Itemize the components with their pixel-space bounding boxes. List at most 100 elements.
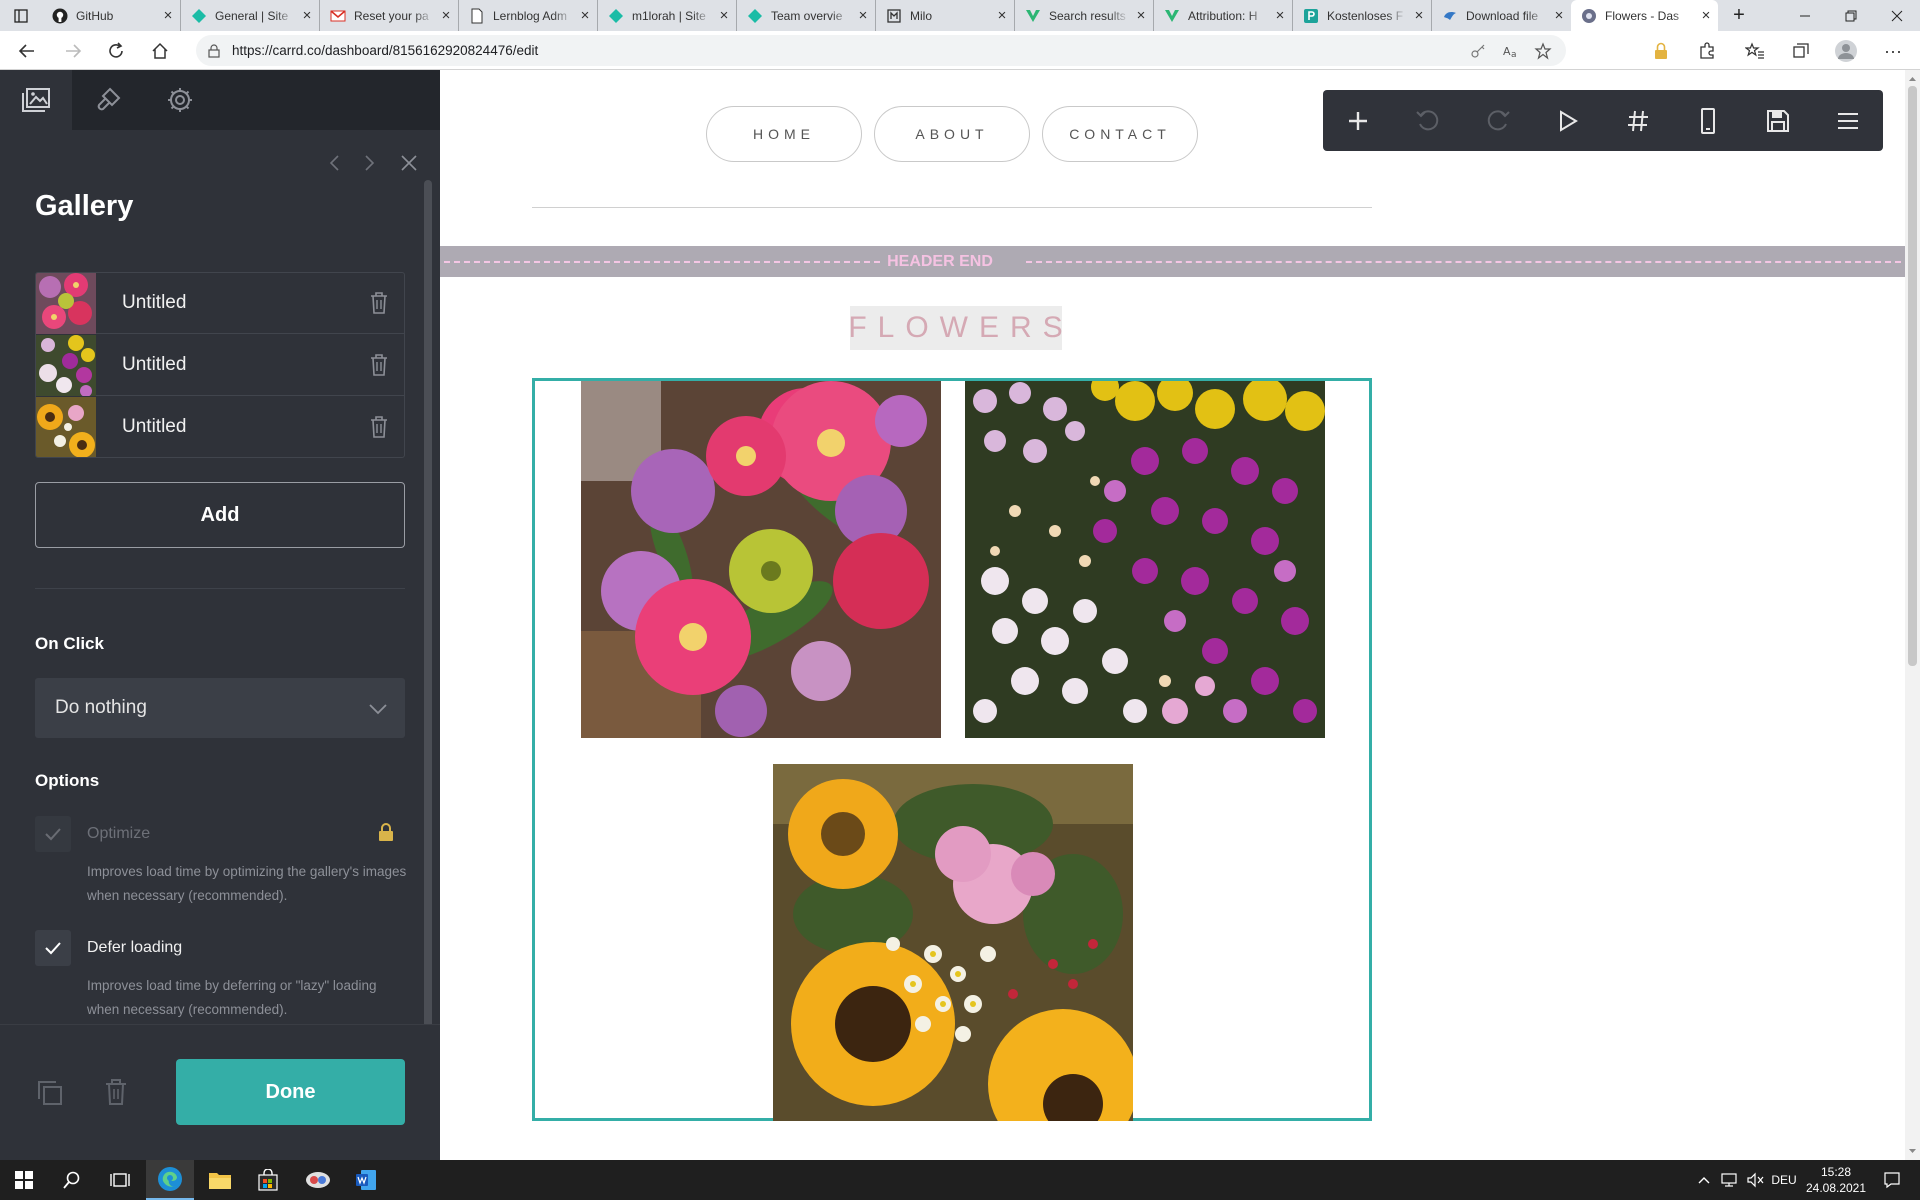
word-button[interactable] <box>342 1160 390 1200</box>
duplicate-icon[interactable] <box>36 1079 64 1107</box>
close-tab-icon[interactable]: × <box>1268 7 1292 24</box>
gallery-photo[interactable] <box>773 764 1133 1121</box>
show-hidden-icons[interactable] <box>1694 1160 1714 1200</box>
browser-tab[interactable]: General | Site × <box>181 0 320 31</box>
panel-footer: Done <box>0 1024 440 1160</box>
close-tab-icon[interactable]: × <box>712 7 736 24</box>
nav-home-button[interactable]: HOME <box>706 106 862 162</box>
undo-icon[interactable] <box>1393 90 1463 151</box>
key-icon[interactable] <box>1470 43 1486 59</box>
browser-tab[interactable]: GitHub × <box>42 0 181 31</box>
network-icon[interactable] <box>1718 1160 1740 1200</box>
close-tab-icon[interactable]: × <box>295 7 319 24</box>
next-element-icon[interactable] <box>357 150 383 176</box>
close-tab-icon[interactable]: × <box>990 7 1014 24</box>
browser-tab[interactable]: m1lorah | Site × <box>598 0 737 31</box>
page-title[interactable]: FLOWERS <box>848 306 1063 350</box>
redo-icon[interactable] <box>1463 90 1533 151</box>
trash-icon[interactable] <box>368 353 390 377</box>
read-aloud-icon[interactable]: Aa <box>1502 43 1520 59</box>
snipping-tool-button[interactable] <box>294 1160 342 1200</box>
favorites-icon[interactable] <box>1742 38 1768 64</box>
close-tab-icon[interactable]: × <box>1407 7 1431 24</box>
gallery-item[interactable]: Untitled <box>36 335 404 396</box>
gallery-photo[interactable] <box>965 381 1325 738</box>
notifications-icon[interactable] <box>1872 1160 1912 1200</box>
close-tab-icon[interactable]: × <box>1547 7 1571 24</box>
settings-tab[interactable] <box>144 70 216 130</box>
browser-tab[interactable]: Search results × <box>1015 0 1154 31</box>
delete-element-icon[interactable] <box>104 1078 128 1106</box>
clock[interactable]: 15:28 24.08.2021 <box>1804 1160 1868 1200</box>
gallery-item[interactable]: Untitled <box>36 397 404 457</box>
extensions-icon[interactable] <box>1694 38 1720 64</box>
add-icon[interactable] <box>1323 90 1393 151</box>
nav-contact-button[interactable]: CONTACT <box>1042 106 1198 162</box>
preview-icon[interactable] <box>1533 90 1603 151</box>
browser-tab[interactable]: Download file × <box>1432 0 1571 31</box>
close-tab-icon[interactable]: × <box>851 7 875 24</box>
browser-tab[interactable]: Kostenloses F × <box>1293 0 1432 31</box>
gallery-photo[interactable] <box>581 381 941 738</box>
scroll-up-icon[interactable] <box>1905 72 1920 86</box>
trash-icon[interactable] <box>368 291 390 315</box>
gallery-item[interactable]: Untitled <box>36 273 404 334</box>
done-button[interactable]: Done <box>176 1059 405 1125</box>
gallery-element[interactable] <box>532 378 1372 1121</box>
file-explorer-button[interactable] <box>196 1160 244 1200</box>
optimize-checkbox[interactable] <box>35 816 71 852</box>
browser-tab[interactable]: Team overvie × <box>737 0 876 31</box>
browser-tab[interactable]: Lernblog Adm × <box>459 0 598 31</box>
home-button[interactable] <box>147 38 173 64</box>
previous-element-icon[interactable] <box>321 150 347 176</box>
close-tab-icon[interactable]: × <box>1694 7 1718 24</box>
style-tab[interactable] <box>72 70 144 130</box>
address-bar[interactable]: https://carrd.co/dashboard/8156162920824… <box>196 35 1566 66</box>
add-image-button[interactable]: Add <box>35 482 405 548</box>
browser-tab-active[interactable]: Flowers - Das × <box>1571 0 1718 31</box>
mobile-icon[interactable] <box>1673 90 1743 151</box>
volume-muted-icon[interactable] <box>1744 1160 1766 1200</box>
tab-actions-icon[interactable] <box>0 0 42 31</box>
task-view-button[interactable] <box>96 1160 144 1200</box>
defer-loading-checkbox[interactable] <box>35 930 71 966</box>
refresh-button[interactable] <box>103 38 129 64</box>
menu-icon[interactable] <box>1813 90 1883 151</box>
panel-scrollbar[interactable] <box>424 180 432 1030</box>
close-tab-icon[interactable]: × <box>156 7 180 24</box>
profile-avatar[interactable] <box>1833 38 1859 64</box>
language-indicator[interactable]: DEU <box>1768 1160 1800 1200</box>
close-tab-icon[interactable]: × <box>573 7 597 24</box>
collections-icon[interactable] <box>1788 38 1814 64</box>
hash-icon[interactable] <box>1603 90 1673 151</box>
password-lock-icon[interactable] <box>1648 38 1674 64</box>
scroll-down-icon[interactable] <box>1905 1144 1920 1158</box>
browser-tab[interactable]: Reset your pa × <box>320 0 459 31</box>
more-menu-icon[interactable]: ··· <box>1880 38 1906 64</box>
letter-p-icon <box>1303 8 1319 24</box>
lock-icon[interactable] <box>208 44 220 58</box>
restore-button[interactable] <box>1828 0 1874 31</box>
minimize-button[interactable] <box>1782 0 1828 31</box>
on-click-select[interactable]: Do nothing <box>35 678 405 738</box>
back-button[interactable] <box>14 38 40 64</box>
close-tab-icon[interactable]: × <box>1129 7 1153 24</box>
trash-icon[interactable] <box>368 415 390 439</box>
search-button[interactable] <box>48 1160 96 1200</box>
browser-tab[interactable]: Milo × <box>876 0 1015 31</box>
page-scrollbar-thumb[interactable] <box>1908 86 1917 666</box>
close-panel-icon[interactable] <box>396 150 422 176</box>
edge-taskbar-button[interactable] <box>146 1160 194 1200</box>
close-window-button[interactable] <box>1874 0 1920 31</box>
start-button[interactable] <box>0 1160 48 1200</box>
save-icon[interactable] <box>1743 90 1813 151</box>
store-button[interactable] <box>244 1160 292 1200</box>
nav-about-button[interactable]: ABOUT <box>874 106 1030 162</box>
close-tab-icon[interactable]: × <box>434 7 458 24</box>
forward-button[interactable] <box>60 38 86 64</box>
check-icon <box>45 828 61 841</box>
media-tab[interactable] <box>0 70 72 130</box>
browser-tab[interactable]: Attribution: H × <box>1154 0 1293 31</box>
new-tab-button[interactable]: + <box>1724 0 1754 31</box>
add-favorite-icon[interactable] <box>1534 42 1552 60</box>
